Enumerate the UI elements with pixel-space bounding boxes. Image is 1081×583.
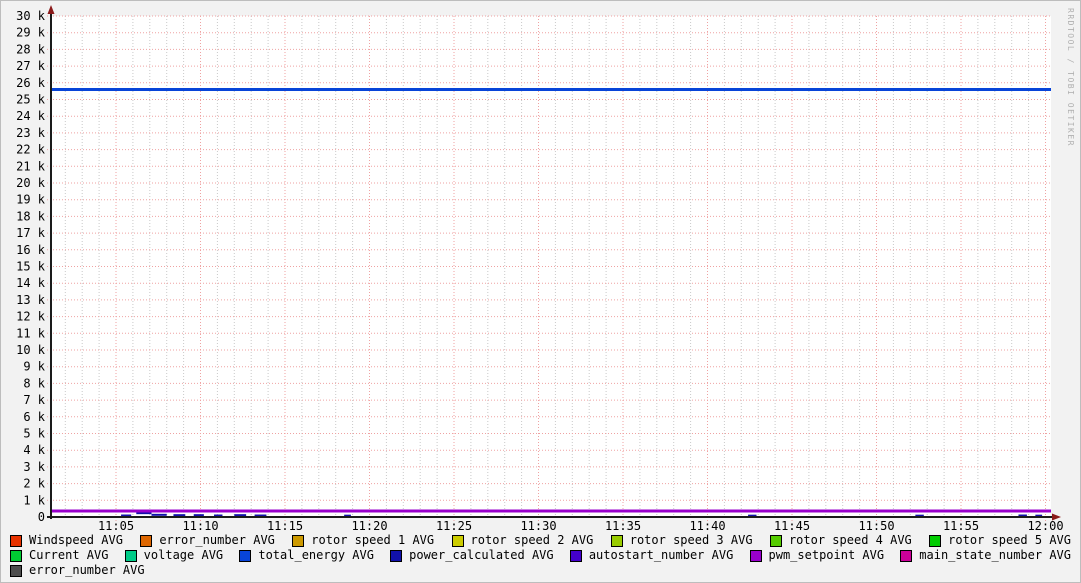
legend-label: error_number AVG — [29, 564, 145, 577]
y-tick-label: 28 k — [16, 42, 46, 56]
x-tick-label: 11:25 — [436, 519, 472, 533]
x-tick-label: 11:55 — [943, 519, 979, 533]
y-tick-label: 5 k — [23, 427, 45, 441]
x-tick-label: 11:50 — [858, 519, 894, 533]
y-tick-label: 26 k — [16, 76, 46, 90]
legend-swatch-icon — [10, 565, 22, 577]
legend-swatch-icon — [770, 535, 782, 547]
legend-label: rotor speed 3 AVG — [630, 534, 753, 547]
legend-swatch-icon — [10, 550, 22, 562]
legend-label: pwm_setpoint AVG — [769, 549, 885, 562]
y-tick-label: 7 k — [23, 393, 45, 407]
legend-label: main_state_number AVG — [919, 549, 1071, 562]
legend-label: power_calculated AVG — [409, 549, 554, 562]
y-tick-label: 21 k — [16, 159, 46, 173]
rrdtool-watermark: RRDTOOL / TOBI OETIKER — [1066, 8, 1075, 147]
legend-label: total_energy AVG — [258, 549, 374, 562]
legend-label: rotor speed 5 AVG — [948, 534, 1071, 547]
legend-swatch-icon — [750, 550, 762, 562]
legend-item-rotor-speed-3-avg: rotor speed 3 AVG — [611, 533, 753, 548]
legend-item-rotor-speed-5-avg: rotor speed 5 AVG — [929, 533, 1071, 548]
legend-item-windspeed-avg: Windspeed AVG — [10, 533, 123, 548]
y-tick-label: 22 k — [16, 143, 46, 157]
legend-swatch-icon — [292, 535, 304, 547]
legend-swatch-icon — [611, 535, 623, 547]
y-tick-label: 30 k — [16, 9, 46, 23]
chart-plot-area: 0 1 k 2 k 3 k 4 k 5 k 6 k 7 k 8 k 9 k 10 k 11 k 12 k… — [1, 1, 1081, 536]
y-tick-label: 15 k — [16, 260, 46, 274]
legend-swatch-icon — [929, 535, 941, 547]
legend-row-1: Windspeed AVG error_number AVG rotor speed… — [1, 533, 1080, 548]
y-tick-label: 11 k — [16, 326, 46, 340]
x-tick-label: 11:45 — [774, 519, 810, 533]
y-tick-label: 4 k — [23, 443, 45, 457]
legend-swatch-icon — [900, 550, 912, 562]
legend-swatch-icon — [390, 550, 402, 562]
legend-item-rotor-speed-1-avg: rotor speed 1 AVG — [292, 533, 434, 548]
legend-item-main-state-number-avg: main_state_number AVG — [900, 548, 1071, 563]
x-tick-label: 11:40 — [689, 519, 725, 533]
legend-swatch-icon — [10, 535, 22, 547]
legend-item-error-number-avg: error_number AVG — [140, 533, 275, 548]
rrdtool-graph: 0 1 k 2 k 3 k 4 k 5 k 6 k 7 k 8 k 9 k 10 k 11 k 12 k… — [0, 0, 1081, 583]
y-tick-label: 19 k — [16, 193, 46, 207]
x-tick-label: 12:00 — [1027, 519, 1063, 533]
legend-item-pwm-setpoint-avg: pwm_setpoint AVG — [750, 548, 885, 563]
y-tick-label: 0 — [38, 510, 45, 524]
x-tick-label: 11:20 — [351, 519, 387, 533]
legend-label: Windspeed AVG — [29, 534, 123, 547]
legend-swatch-icon — [452, 535, 464, 547]
legend-item-voltage-avg: voltage AVG — [125, 548, 223, 563]
x-tick-label: 11:30 — [520, 519, 556, 533]
legend-item-rotor-speed-2-avg: rotor speed 2 AVG — [452, 533, 594, 548]
chart-legend: Windspeed AVG error_number AVG rotor speed… — [1, 533, 1080, 578]
legend-item-error-number-avg: error_number AVG — [10, 563, 145, 578]
y-axis-arrow-icon — [48, 5, 55, 14]
y-tick-label: 14 k — [16, 276, 46, 290]
legend-swatch-icon — [239, 550, 251, 562]
legend-item-current-avg: Current AVG — [10, 548, 108, 563]
y-tick-label: 20 k — [16, 176, 46, 190]
legend-label: error_number AVG — [159, 534, 275, 547]
y-tick-label: 1 k — [23, 493, 45, 507]
y-tick-label: 16 k — [16, 243, 46, 257]
x-tick-label: 11:10 — [182, 519, 218, 533]
legend-item-rotor-speed-4-avg: rotor speed 4 AVG — [770, 533, 912, 548]
y-tick-label: 23 k — [16, 126, 46, 140]
y-tick-label: 6 k — [23, 410, 45, 424]
legend-label: Current AVG — [29, 549, 108, 562]
legend-label: voltage AVG — [144, 549, 223, 562]
y-tick-label: 10 k — [16, 343, 46, 357]
y-tick-label: 2 k — [23, 477, 45, 491]
x-tick-label: 11:15 — [267, 519, 303, 533]
y-tick-label: 17 k — [16, 226, 46, 240]
legend-label: autostart_number AVG — [589, 549, 734, 562]
legend-item-power-calculated-avg: power_calculated AVG — [390, 548, 554, 563]
legend-label: rotor speed 4 AVG — [789, 534, 912, 547]
legend-row-3: error_number AVG — [1, 563, 1080, 578]
y-tick-label: 29 k — [16, 26, 46, 40]
legend-swatch-icon — [125, 550, 137, 562]
x-tick-label: 11:05 — [98, 519, 134, 533]
y-tick-label: 3 k — [23, 460, 45, 474]
y-tick-label: 8 k — [23, 376, 45, 390]
x-tick-label: 11:35 — [605, 519, 641, 533]
legend-row-2: Current AVG voltage AVG total_energy AVG po… — [1, 548, 1080, 563]
y-tick-label: 12 k — [16, 310, 46, 324]
y-tick-label: 13 k — [16, 293, 46, 307]
y-tick-label: 18 k — [16, 209, 46, 223]
legend-item-total-energy-avg: total_energy AVG — [239, 548, 374, 563]
legend-swatch-icon — [570, 550, 582, 562]
y-tick-label: 27 k — [16, 59, 46, 73]
y-tick-label: 25 k — [16, 93, 46, 107]
legend-label: rotor speed 2 AVG — [471, 534, 594, 547]
legend-swatch-icon — [140, 535, 152, 547]
legend-item-autostart-number-avg: autostart_number AVG — [570, 548, 734, 563]
y-tick-label: 24 k — [16, 109, 46, 123]
y-tick-label: 9 k — [23, 360, 45, 374]
legend-label: rotor speed 1 AVG — [311, 534, 434, 547]
